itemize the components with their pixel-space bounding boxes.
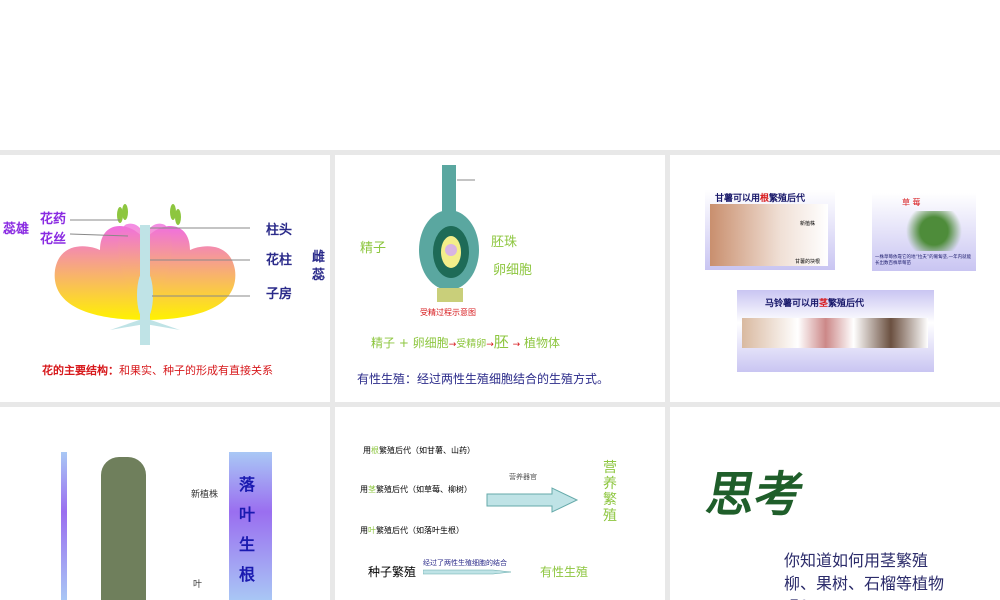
row-pre: 用 [360, 526, 368, 535]
summary-row: 用茎繁殖后代（如草莓、柳树） [360, 484, 472, 495]
sweet-potato-card: 甘薯可以用根繁殖后代 新植株 甘薯的块根 [705, 190, 835, 270]
title-char: 落 [239, 475, 256, 494]
row-post: 繁殖后代（如草莓、柳树） [376, 485, 472, 494]
fertilization-diagram [419, 165, 479, 302]
label-new-plant: 新植株 [800, 221, 816, 227]
definition-text: 有性生殖：经过两性生殖细胞结合的生殖方式。 [357, 372, 610, 386]
photo-frame [67, 452, 229, 600]
strawberry-card: 草 莓 一株草莓依靠它的地“拉夫”的匍匐茎,一年内就能长出数百株草莓苗 [872, 193, 976, 271]
sweet-potato-photo [710, 204, 828, 266]
slide-fertilization[interactable]: 精子 胚珠 卵细胞 受精过程示意图 精子 + 卵细胞→受精卵→胚 → 植物体 有… [335, 155, 665, 402]
flow-step: 精子 + 卵细胞 [371, 336, 449, 350]
strawberry-caption: 一株草莓依靠它的地“拉夫”的匍匐茎,一年内就能长出数百株草莓苗 [875, 255, 972, 266]
row-key: 根 [371, 446, 379, 455]
flow-step: 植物体 [524, 336, 561, 350]
label-leaf: 叶 [193, 580, 203, 590]
vegetative-label: 营养繁殖 [603, 460, 617, 524]
title-key: 茎 [819, 299, 829, 309]
slide-vegetative-examples[interactable]: 甘薯可以用根繁殖后代 新植株 甘薯的块根 草 莓 一株草莓依靠它的地“拉夫”的匍… [670, 155, 1000, 402]
top-blank-area [0, 0, 1000, 150]
label-stamen: 蕊雄 [3, 222, 30, 237]
title-char: 根 [239, 565, 256, 584]
kalanchoe-title: 落叶生根 [239, 470, 261, 590]
flower-diagram [54, 204, 250, 345]
label-ovary: 子房 [266, 287, 293, 302]
title-key: 根 [760, 194, 770, 204]
arrow-label: 营养器官 [509, 473, 537, 481]
sweet-potato-title: 甘薯可以用根繁殖后代 [715, 191, 805, 204]
label-anther: 花药 [40, 212, 67, 227]
flow-step: 受精卵 [456, 339, 487, 350]
strawberry-photo [892, 211, 962, 251]
title-char: 生 [239, 535, 256, 554]
potato-title: 马铃薯可以用茎繁殖后代 [765, 296, 864, 309]
row-post: 繁殖后代（如落叶生根） [376, 526, 464, 535]
flow-step: 胚 [493, 333, 509, 351]
row-key: 叶 [368, 526, 376, 535]
kalanchoe-photo [101, 457, 146, 600]
slide-think[interactable]: 思考 你知道如何用茎繁殖柳、果树、石榴等植物吗？ [670, 407, 1000, 600]
summary-row: 用叶繁殖后代（如落叶生根） [360, 525, 464, 536]
title-char: 叶 [239, 505, 256, 524]
strawberry-title: 草 莓 [902, 198, 921, 207]
label-pistil: 雌蕊 [312, 250, 326, 283]
seed-arrow-label: 经过了两性生殖细胞的结合 [423, 559, 507, 567]
slide-kalanchoe[interactable]: 新植株 叶 落叶生根 [0, 407, 330, 600]
think-title: 思考 [702, 467, 809, 523]
potato-card: 马铃薯可以用茎繁殖后代 [737, 290, 934, 372]
thin-arrow-icon [423, 569, 512, 575]
row-pre: 用 [360, 485, 368, 494]
potato-photos [742, 318, 928, 348]
slide-reproduction-summary[interactable]: 用根繁殖后代（如甘薯、山药） 用茎繁殖后代（如草莓、柳树） 用叶繁殖后代（如落叶… [335, 407, 665, 600]
row-key: 茎 [368, 485, 376, 494]
diagram-title: 受精过程示意图 [420, 308, 476, 317]
kalanchoe-card: 新植株 叶 落叶生根 [61, 452, 272, 600]
sexual-label: 有性生殖 [540, 565, 589, 579]
flow-arrow: → [512, 340, 521, 350]
flower-caption: 花的主要结构：和果实、种子的形成有直接关系 [42, 362, 273, 378]
summary-row: 用根繁殖后代（如甘薯、山药） [363, 445, 478, 456]
think-question: 你知道如何用茎繁殖柳、果树、石榴等植物吗？ [784, 551, 945, 600]
slide-flower-structure[interactable]: 蕊雄 花药 花丝 柱头 花柱 子房 雌蕊 花的主要结构：和果实、种子的形成有直接… [0, 155, 330, 402]
label-filament: 花丝 [40, 232, 67, 247]
label-egg: 卵细胞 [493, 263, 533, 278]
slide-sorter-grid: 蕊雄 花药 花丝 柱头 花柱 子房 雌蕊 花的主要结构：和果实、种子的形成有直接… [0, 150, 1000, 600]
title-part: 甘薯可以用 [715, 194, 761, 204]
fertilization-flow: 精子 + 卵细胞→受精卵→胚 → 植物体 [371, 331, 560, 352]
label-new-plant: 新植株 [191, 490, 219, 500]
label-sperm: 精子 [360, 241, 387, 256]
title-part: 繁殖后代 [769, 194, 806, 204]
flow-arrow: → [486, 340, 494, 350]
big-arrow-icon [486, 487, 579, 513]
label-ovule: 胚珠 [491, 235, 518, 250]
caption-bold: 花的主要结构： [42, 364, 119, 377]
seed-label: 种子繁殖 [368, 565, 417, 579]
label-stigma: 柱头 [266, 223, 293, 238]
row-post: 繁殖后代（如甘薯、山药） [379, 446, 475, 455]
caption-text: 和果实、种子的形成有直接关系 [119, 364, 273, 377]
label-style: 花柱 [266, 253, 293, 268]
title-part: 马铃薯可以用 [765, 299, 820, 309]
row-pre: 用 [363, 446, 371, 455]
label-tuber-root: 甘薯的块根 [795, 259, 821, 265]
title-part: 繁殖后代 [828, 299, 865, 309]
